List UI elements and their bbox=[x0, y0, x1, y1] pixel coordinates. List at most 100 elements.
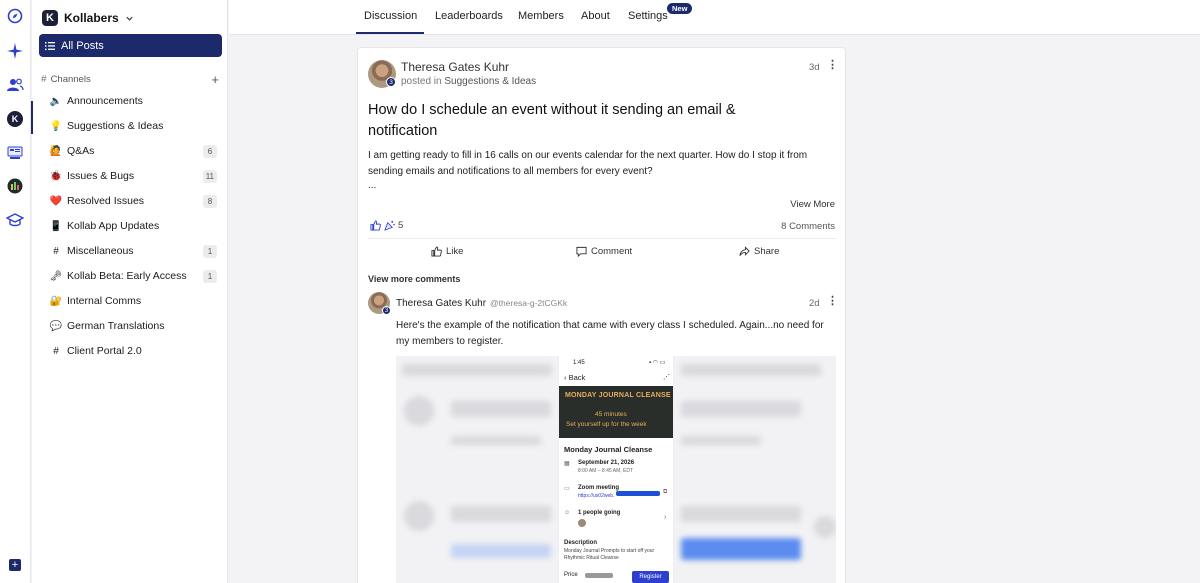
channel-emoji-icon: 🔐 bbox=[49, 295, 63, 307]
channel-name: German Translations bbox=[67, 320, 165, 332]
channel-emoji-icon: 📱 bbox=[49, 220, 63, 232]
channel-emoji-icon: 🗝 bbox=[49, 270, 63, 282]
channel-count-badge: 1 bbox=[203, 244, 217, 258]
like-label: Like bbox=[446, 246, 464, 257]
sidebar-item-channel[interactable]: 🔈 Announcements bbox=[49, 92, 217, 110]
add-channel-icon[interactable]: + bbox=[211, 73, 219, 86]
sidebar-item-channel[interactable]: ❤️ Resolved Issues 8 bbox=[49, 192, 217, 210]
share-button[interactable]: Share bbox=[739, 246, 779, 257]
tab-settings[interactable]: Settings bbox=[628, 10, 668, 22]
banner-tagline: Set yourself up for the week bbox=[566, 421, 647, 428]
sidebar-item-channel[interactable]: 🔐 Internal Comms bbox=[49, 292, 217, 310]
sidebar-item-channel[interactable]: 📱 Kollab App Updates bbox=[49, 217, 217, 235]
tab-about[interactable]: About bbox=[581, 10, 610, 22]
post-card: 3 Theresa Gates Kuhr posted in Suggestio… bbox=[357, 47, 846, 583]
like-button[interactable]: Like bbox=[431, 246, 463, 257]
channel-name: Client Portal 2.0 bbox=[67, 345, 142, 357]
sidebar-item-channel[interactable]: # Client Portal 2.0 bbox=[49, 342, 217, 360]
description-label: Description bbox=[564, 540, 598, 546]
channel-name: Resolved Issues bbox=[67, 195, 145, 207]
comment-body: Here's the example of the notification t… bbox=[396, 320, 824, 347]
tab-leaderboards[interactable]: Leaderboards bbox=[435, 10, 503, 22]
hash-icon: # bbox=[41, 74, 47, 85]
redaction-scribble bbox=[616, 491, 660, 496]
blurred-region bbox=[404, 501, 434, 531]
calendar-icon: ▦ bbox=[564, 461, 570, 467]
blurred-region bbox=[681, 538, 801, 560]
comment-button[interactable]: Comment bbox=[576, 246, 632, 257]
sidebar-item-channel[interactable]: 💬 German Translations bbox=[49, 317, 217, 335]
channel-name: Internal Comms bbox=[67, 295, 142, 307]
channel-name: Q&As bbox=[67, 145, 95, 157]
post-more-icon[interactable]: ⋮ bbox=[827, 60, 838, 71]
channel-name: Kollab Beta: Early Access bbox=[67, 270, 187, 282]
event-date: September 21, 2026 bbox=[578, 460, 635, 466]
analytics-community-icon[interactable] bbox=[5, 176, 25, 196]
phone-share-icon: ⋰ bbox=[663, 374, 670, 381]
banner-title: MONDAY JOURNAL CLEANSE bbox=[565, 392, 671, 399]
channel-count-badge: 11 bbox=[202, 169, 217, 183]
share-label: Share bbox=[754, 246, 780, 257]
sidebar-item-channel[interactable]: 🐞 Issues & Bugs 11 bbox=[49, 167, 217, 185]
event-banner: MONDAY JOURNAL CLEANSE 45 minutes Set yo… bbox=[559, 386, 673, 438]
members-icon[interactable] bbox=[5, 75, 25, 95]
commenter-level-badge: 3 bbox=[382, 306, 391, 315]
level-badge: 3 bbox=[386, 77, 396, 87]
blurred-region bbox=[681, 436, 761, 445]
posted-in-prefix: posted in bbox=[401, 76, 442, 87]
blurred-region bbox=[451, 544, 551, 558]
thumbs-up-icon bbox=[370, 220, 381, 231]
view-more-link[interactable]: View More bbox=[790, 199, 835, 210]
comments-count[interactable]: 8 Comments bbox=[781, 221, 835, 232]
banner-duration: 45 minutes bbox=[595, 411, 627, 418]
active-tab-underline bbox=[356, 32, 424, 34]
blurred-region bbox=[451, 506, 551, 522]
blurred-region bbox=[814, 516, 836, 538]
all-posts-button[interactable]: All Posts bbox=[39, 34, 222, 57]
tab-members[interactable]: Members bbox=[518, 10, 564, 22]
channel-name: Miscellaneous bbox=[67, 245, 134, 257]
blurred-region bbox=[681, 364, 821, 376]
comment-attachment-image[interactable]: 1:45 ▪ ◠ ▭ ‹ Back ⋰ MONDAY JOURNAL CLEAN… bbox=[396, 356, 836, 583]
add-community-icon[interactable]: + bbox=[9, 559, 21, 571]
post-title[interactable]: How do I schedule an event without it se… bbox=[368, 100, 808, 142]
channel-count-badge: 6 bbox=[203, 144, 217, 158]
channel-count-badge: 1 bbox=[203, 269, 217, 283]
channels-label: Channels bbox=[50, 74, 91, 85]
blurred-region bbox=[402, 364, 552, 376]
reactions-summary[interactable]: 5 bbox=[370, 220, 403, 231]
sidebar-item-channel[interactable]: 🗝 Kollab Beta: Early Access 1 bbox=[49, 267, 217, 285]
event-time: 8:00 AM – 8:45 AM, EDT bbox=[578, 468, 634, 474]
sidebar-item-channel[interactable]: 🙋 Q&As 6 bbox=[49, 142, 217, 160]
channel-emoji-icon: 💬 bbox=[49, 320, 63, 332]
price-label: Price bbox=[564, 572, 578, 578]
kollab-community-icon[interactable]: K bbox=[5, 109, 25, 129]
channel-sidebar: K Kollabers All Posts # Channels + 🔈 Anno… bbox=[32, 0, 228, 583]
post-channel-link[interactable]: Suggestions & Ideas bbox=[444, 76, 536, 87]
workspace-switcher[interactable]: K Kollabers bbox=[42, 9, 134, 27]
workspace-name: Kollabers bbox=[64, 11, 119, 25]
comment-more-icon[interactable]: ⋮ bbox=[827, 296, 838, 307]
graduation-cap-icon[interactable] bbox=[5, 210, 25, 230]
zoom-label: Zoom meeting bbox=[578, 485, 620, 491]
comment-author-name[interactable]: Theresa Gates Kuhr bbox=[396, 298, 486, 309]
community-icon[interactable] bbox=[5, 143, 25, 163]
attendee-avatar bbox=[578, 519, 586, 527]
sidebar-item-channel[interactable]: # Miscellaneous 1 bbox=[49, 242, 217, 260]
top-nav: Discussion Leaderboards Members About Se… bbox=[229, 0, 1200, 35]
share-icon bbox=[739, 246, 750, 256]
all-posts-label: All Posts bbox=[61, 39, 104, 52]
channel-name: Announcements bbox=[67, 95, 143, 107]
view-more-comments-link[interactable]: View more comments bbox=[368, 274, 460, 284]
post-author[interactable]: Theresa Gates Kuhr bbox=[401, 60, 509, 74]
video-icon: ▭ bbox=[564, 486, 570, 492]
chevron-right-icon: › bbox=[664, 514, 667, 521]
sparkle-icon[interactable] bbox=[5, 41, 25, 61]
tab-discussion[interactable]: Discussion bbox=[364, 10, 417, 22]
compass-icon[interactable] bbox=[5, 6, 25, 26]
event-title: Monday Journal Cleanse bbox=[564, 445, 653, 454]
channel-emoji-icon: 🙋 bbox=[49, 145, 63, 157]
phone-clock: 1:45 bbox=[573, 360, 585, 366]
sidebar-item-channel[interactable]: 💡 Suggestions & Ideas bbox=[49, 117, 217, 135]
comment-time: 2d bbox=[809, 298, 820, 309]
